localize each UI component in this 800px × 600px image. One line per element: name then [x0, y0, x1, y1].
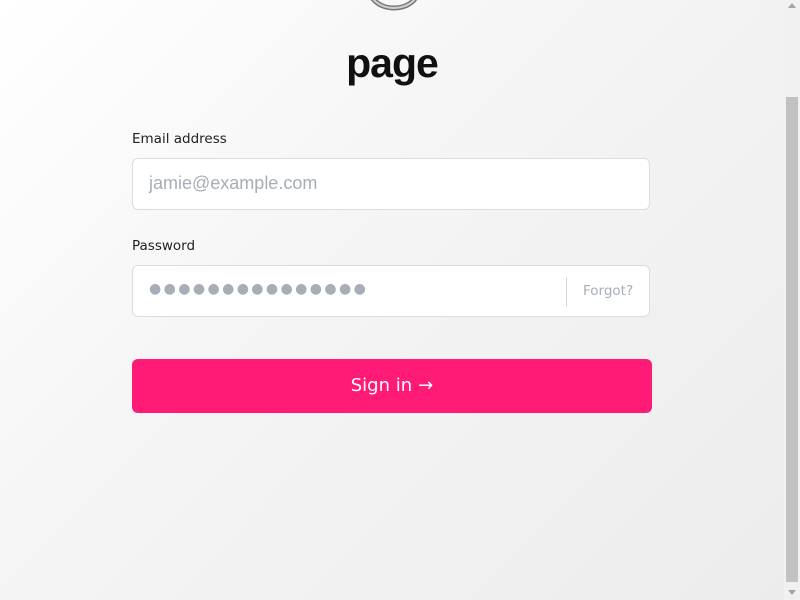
- password-label: Password: [132, 238, 196, 254]
- scroll-up-icon[interactable]: [788, 3, 796, 8]
- password-masked-value: ●●●●●●●●●●●●●●●: [149, 281, 369, 297]
- arrow-right-icon: →: [418, 375, 434, 396]
- ring-logo-icon: [370, 0, 418, 11]
- forgot-password-link[interactable]: Forgot?: [583, 283, 633, 299]
- sign-in-label: Sign in: [350, 375, 413, 396]
- vertical-scrollbar[interactable]: [784, 0, 800, 600]
- email-field[interactable]: jamie@example.com: [132, 158, 650, 210]
- scroll-thumb[interactable]: [786, 97, 798, 582]
- password-divider: [566, 277, 567, 307]
- sign-in-button[interactable]: Sign in →: [132, 359, 652, 413]
- brand-name: page: [346, 40, 439, 86]
- password-field[interactable]: ●●●●●●●●●●●●●●● Forgot?: [132, 265, 650, 317]
- login-page: page Email address jamie@example.com Pas…: [0, 0, 784, 600]
- email-placeholder: jamie@example.com: [149, 173, 318, 193]
- scroll-down-icon[interactable]: [788, 590, 796, 595]
- email-label: Email address: [132, 131, 227, 147]
